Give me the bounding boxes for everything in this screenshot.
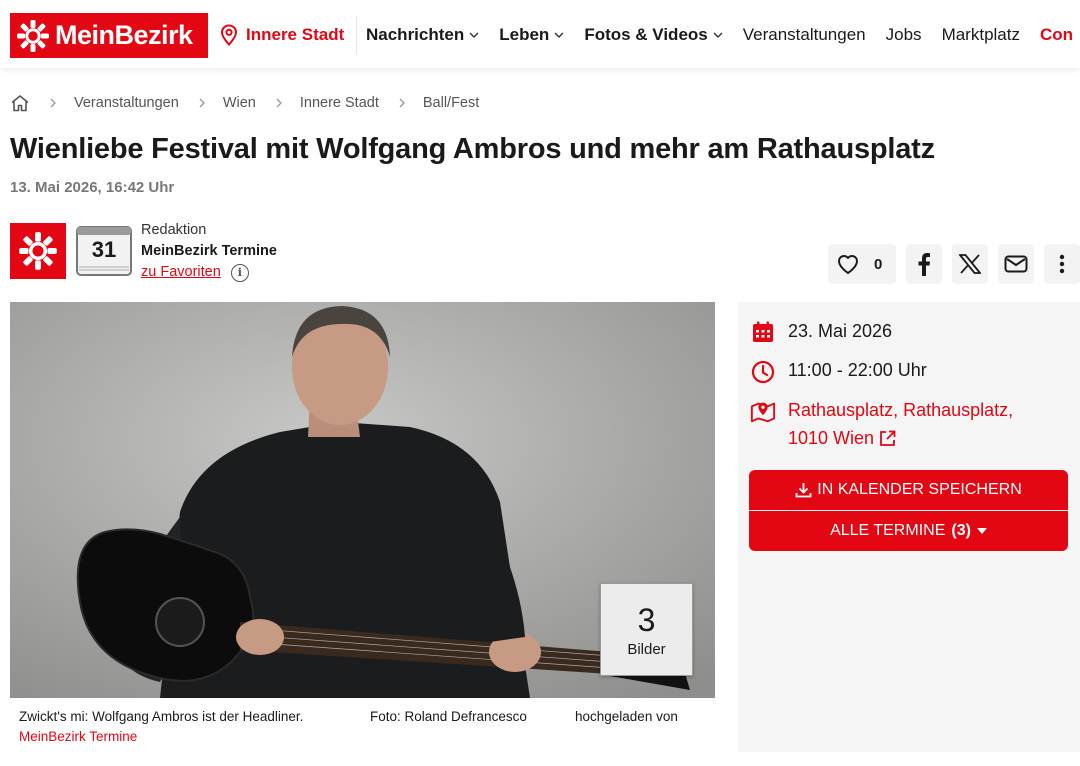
caret-down-icon [976,528,987,534]
logo-sun-icon [17,19,49,52]
map-location-icon [750,402,776,423]
uploaded-by-label: hochgeladen von [575,709,678,724]
facebook-icon [918,253,930,276]
breadcrumb-item[interactable]: Ball/Fest [423,95,479,111]
save-to-calendar-button[interactable]: IN KALENDER SPEICHERN [749,470,1068,510]
add-favorite-link[interactable]: zu Favoriten [141,262,221,283]
chevron-down-icon [554,32,564,38]
nav-item-leben[interactable]: Leben [499,25,564,45]
photo-caption: Zwickt's mi: Wolfgang Ambros ist der Hea… [19,707,709,747]
like-count: 0 [874,255,883,273]
breadcrumb-item[interactable]: Veranstaltungen [74,95,179,111]
event-location-line1: Rathausplatz, Rathausplatz, [788,400,1014,420]
event-location-line2: 1010 Wien [788,428,875,448]
author-avatar[interactable] [10,223,66,279]
nav-item-nachrichten[interactable]: Nachrichten [366,25,479,45]
gallery-count-badge[interactable]: 3 Bilder [600,583,693,676]
home-icon[interactable] [10,94,30,112]
chevron-down-icon [469,32,479,38]
calendar-day: 31 [92,237,116,262]
site-logo[interactable]: MeinBezirk [10,13,208,58]
more-vertical-icon [1059,254,1065,274]
nav-label: Veranstaltungen [742,25,866,44]
nav-label: Nachrichten [366,25,465,44]
all-dates-label: ALLE TERMINE [830,522,946,539]
mail-icon [1004,255,1028,273]
more-options-button[interactable] [1044,244,1080,284]
nav-item-marktplatz[interactable]: Marktplatz [942,25,1020,45]
event-date-row: 23. Mai 2026 [750,321,892,343]
breadcrumb: Veranstaltungen Wien Innere Stadt Ball/F… [10,92,479,114]
publish-date: 13. Mai 2026, 16:42 Uhr [10,179,175,196]
share-email-button[interactable] [998,244,1034,284]
nav-label: Jobs [885,25,922,44]
favorite-row: zu Favoriten i [141,262,277,283]
event-time: 11:00 - 22:00 Uhr [788,360,927,380]
nav-label: Fotos & Videos [584,25,708,44]
logo-text: MeinBezirk [55,20,193,50]
photo-credit: Foto: Roland Defrancesco [370,709,527,724]
logo-sun-icon [19,232,57,270]
author-name[interactable]: MeinBezirk Termine [141,241,277,262]
author-block: Redaktion MeinBezirk Termine zu Favorite… [141,220,277,283]
event-details-panel: 23. Mai 2026 11:00 - 22:00 Uhr Rathauspl… [738,302,1080,752]
article-actions: 0 [828,244,1080,284]
clock-icon [751,360,775,384]
x-twitter-icon [959,254,981,274]
like-button[interactable]: 0 [828,244,896,284]
heart-icon [838,255,858,274]
download-icon [795,483,812,498]
gallery-count: 3 [637,601,656,638]
nav-label: Con [1039,25,1074,44]
event-date: 23. Mai 2026 [788,321,893,341]
location-label: Innere Stadt [246,25,345,44]
gallery-label: Bilder [627,640,666,658]
chevron-right-icon [276,98,282,108]
nav-item-fotos-videos[interactable]: Fotos & Videos [584,25,723,45]
all-dates-button[interactable]: ALLE TERMINE (3) [749,511,1068,551]
nav-label: Leben [499,25,550,44]
breadcrumb-item[interactable]: Wien [223,95,256,111]
chevron-down-icon [713,32,723,38]
event-location-row[interactable]: Rathausplatz, Rathausplatz, 1010 Wien [750,396,1013,452]
caption-text: Zwickt's mi: Wolfgang Ambros ist der Hea… [19,709,304,724]
calendar-badge-icon[interactable]: 31 [75,221,133,279]
chevron-right-icon [199,98,205,108]
info-icon[interactable]: i [230,263,249,282]
site-header: MeinBezirk Innere Stadt Nachrichten Lebe… [0,0,1080,68]
breadcrumb-item[interactable]: Innere Stadt [300,95,379,111]
page-title: Wienliebe Festival mit Wolfgang Ambros u… [10,133,935,165]
calendar-icon [753,321,773,342]
uploaded-by-link[interactable]: MeinBezirk Termine [19,727,709,747]
event-time-row: 11:00 - 22:00 Uhr [750,360,927,384]
author-role: Redaktion [141,222,207,238]
save-to-calendar-label: IN KALENDER SPEICHERN [817,481,1022,498]
main-nav: Nachrichten Leben Fotos & Videos Veranst… [366,22,1080,48]
location-selector[interactable]: Innere Stadt [220,22,344,48]
share-facebook-button[interactable] [906,244,942,284]
chevron-right-icon [399,98,405,108]
all-dates-count: (3) [951,522,971,539]
nav-divider [356,16,357,54]
share-x-button[interactable] [952,244,988,284]
nav-label: Marktplatz [941,25,1020,44]
nav-item-jobs[interactable]: Jobs [886,25,922,45]
nav-item-cut-off[interactable]: Con [1040,25,1073,45]
chevron-right-icon [50,98,56,108]
external-link-icon [880,430,896,446]
nav-item-veranstaltungen[interactable]: Veranstaltungen [743,25,866,45]
map-pin-icon [220,24,238,46]
